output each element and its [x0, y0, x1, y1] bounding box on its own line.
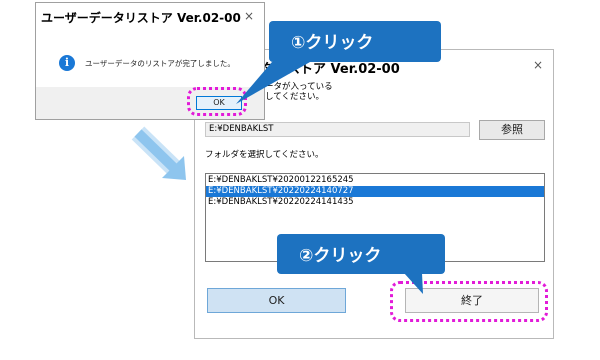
arrow-icon [131, 126, 186, 180]
info-icon: i [59, 55, 75, 71]
restore-dialog-title: タリストア Ver.02-00 [261, 62, 400, 77]
close-icon[interactable]: × [533, 58, 543, 72]
folder-path-field[interactable]: E:¥DENBAKLST [205, 122, 470, 137]
step1-callout: ①クリック [269, 21, 441, 62]
end-highlight [390, 281, 548, 322]
folder-path-value: E:¥DENBAKLST [209, 124, 274, 134]
ok-button[interactable]: OK [207, 288, 346, 313]
complete-dialog-titlebar: ユーザーデータリストア Ver.02-00 [36, 3, 264, 27]
ok-highlight [187, 87, 247, 116]
select-folder-prompt: フォルダを選択してください。 [205, 150, 324, 160]
browse-button[interactable]: 参照 [479, 120, 545, 140]
list-item-selected[interactable]: E:¥DENBAKLST¥20220224140727 [206, 186, 544, 197]
description-text: ータが入っている してください。 [265, 82, 333, 102]
list-item[interactable]: E:¥DENBAKLST¥20220224141435 [206, 197, 544, 208]
step2-callout: ②クリック [277, 234, 445, 274]
complete-dialog-title: ユーザーデータリストア Ver.02-00 [41, 11, 241, 25]
list-item[interactable]: E:¥DENBAKLST¥20200122165245 [206, 175, 544, 186]
close-icon[interactable]: × [244, 9, 254, 23]
completion-message: ユーザーデータのリストアが完了しました。 [85, 59, 235, 68]
